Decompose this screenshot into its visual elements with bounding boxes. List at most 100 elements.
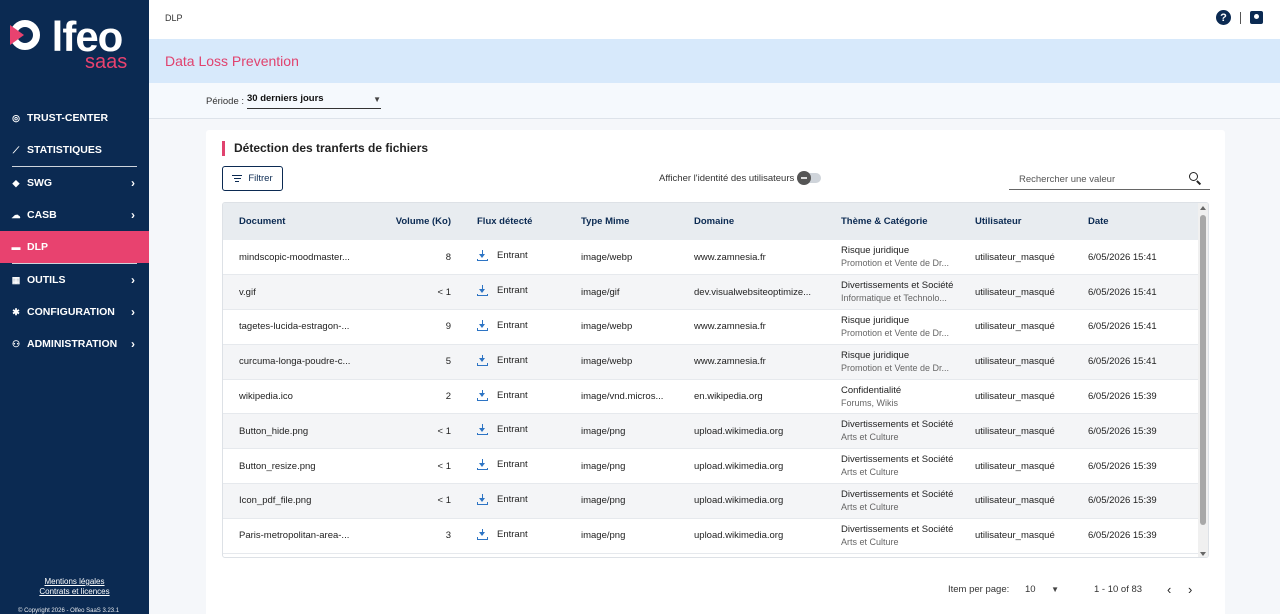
sidebar-item-dlp[interactable]: ▬ DLP bbox=[0, 231, 149, 263]
top-bar: DLP ? bbox=[149, 0, 1280, 39]
cell-domain: upload.wikimedia.org bbox=[694, 530, 784, 542]
items-per-page-value: 10 bbox=[1025, 584, 1036, 595]
flux-label: Entrant bbox=[497, 389, 528, 401]
sidebar-item-outils[interactable]: ▦ OUTILS › bbox=[0, 264, 149, 296]
cell-theme: Divertissements et Société Informatique e… bbox=[825, 275, 959, 310]
items-per-page-label: Item per page: bbox=[948, 584, 1010, 595]
period-select[interactable]: 30 derniers jours ▼ bbox=[247, 93, 381, 109]
sidebar-item-statistiques[interactable]: ⟋ STATISTIQUES bbox=[0, 134, 149, 166]
table-row[interactable]: Icon_pdf_file.png < 1 Entrant image/png uplo… bbox=[223, 483, 1200, 519]
sidebar-item-trust-center[interactable]: ◎ TRUST-CENTER bbox=[0, 102, 149, 134]
account-icon[interactable] bbox=[1250, 11, 1263, 24]
theme-label: Divertissements et Société bbox=[841, 523, 954, 535]
cell-flux: Entrant bbox=[461, 275, 565, 310]
sidebar-item-swg[interactable]: ◆ SWG › bbox=[0, 167, 149, 199]
sidebar-nav: ◎ TRUST-CENTER ⟋ STATISTIQUES ◆ SWG › ☁ CASB › ▬ DL… bbox=[0, 102, 149, 360]
table-row[interactable]: Paris-metropolitan-area-... 3 Entrant image… bbox=[223, 518, 1200, 554]
cell-flux: Entrant bbox=[461, 379, 565, 414]
table-row[interactable]: curcuma-longa-poudre-c... 5 Entrant image/w… bbox=[223, 344, 1200, 380]
cell-domain: dev.visualwebsiteoptimize... bbox=[694, 286, 812, 298]
cell-flux: Entrant bbox=[461, 484, 565, 519]
cell-domain: www.zamnesia.fr bbox=[694, 321, 766, 333]
cell-domain: upload.wikimedia.org bbox=[694, 495, 784, 507]
download-icon bbox=[477, 424, 488, 436]
chevron-right-icon: › bbox=[131, 176, 135, 190]
table-row[interactable]: v.gif < 1 Entrant image/gif dev.visualwebsit… bbox=[223, 274, 1200, 310]
table-row[interactable]: Button_resize.png < 1 Entrant image/png uplo… bbox=[223, 449, 1200, 484]
cell-mime: image/webp bbox=[581, 251, 633, 263]
next-page-button[interactable]: › bbox=[1188, 582, 1192, 597]
col-mime[interactable]: Type Mime bbox=[565, 203, 678, 240]
help-icon[interactable]: ? bbox=[1216, 10, 1231, 25]
sidebar-item-label: ADMINISTRATION bbox=[27, 338, 118, 350]
top-icons: ? bbox=[1216, 10, 1263, 25]
cell-theme: Divertissements et Société Arts et Cultur… bbox=[825, 449, 959, 484]
scroll-up-icon[interactable] bbox=[1200, 206, 1206, 210]
cell-domain: upload.wikimedia.org bbox=[694, 425, 784, 437]
category-label: Arts et Culture bbox=[841, 432, 899, 443]
transfers-table: Document Volume (Ko) Flux détecté Type M… bbox=[222, 202, 1209, 558]
col-document[interactable]: Document bbox=[223, 203, 370, 240]
search-icon[interactable] bbox=[1189, 172, 1198, 181]
page-title: Data Loss Prevention bbox=[165, 53, 299, 69]
cell-domain: en.wikipedia.org bbox=[694, 391, 763, 403]
col-flux[interactable]: Flux détecté bbox=[461, 203, 565, 240]
filter-button[interactable]: Filtrer bbox=[222, 166, 283, 191]
category-label: Promotion et Vente de Dr... bbox=[841, 327, 950, 338]
identity-toggle[interactable] bbox=[797, 171, 821, 185]
theme-label: Risque juridique bbox=[841, 245, 910, 257]
cell-user: utilisateur_masqué bbox=[975, 356, 1055, 368]
scroll-thumb[interactable] bbox=[1200, 215, 1206, 525]
table-row[interactable]: Button_hide.png < 1 Entrant image/png upload… bbox=[223, 413, 1200, 449]
sidebar-item-label: TRUST-CENTER bbox=[27, 112, 109, 124]
table-scrollbar[interactable] bbox=[1198, 203, 1208, 557]
cell-theme: Risque juridique Promotion et Vente de Dr… bbox=[825, 344, 959, 379]
theme-label: Divertissements et Société bbox=[841, 419, 954, 431]
theme-label: Divertissements et Société bbox=[841, 280, 954, 292]
col-volume[interactable]: Volume (Ko) bbox=[370, 203, 461, 240]
cell-volume: < 1 bbox=[437, 495, 451, 507]
licences-link[interactable]: Contrats et licences bbox=[0, 587, 149, 597]
olfeo-logo[interactable]: Olfeo saas bbox=[8, 14, 138, 74]
category-label: Forums, Wikis bbox=[841, 397, 898, 408]
items-per-page-select[interactable]: 10 ▼ bbox=[1025, 584, 1059, 595]
sidebar-item-configuration[interactable]: ✱ CONFIGURATION › bbox=[0, 296, 149, 328]
col-theme[interactable]: Thème & Catégorie bbox=[825, 203, 959, 240]
sidebar-item-label: STATISTIQUES bbox=[27, 144, 102, 156]
cell-theme: Divertissements et Société Arts et Cultur… bbox=[825, 414, 959, 449]
title-band: Data Loss Prevention bbox=[149, 39, 1280, 83]
sidebar-item-administration[interactable]: ⚇ ADMINISTRATION › bbox=[0, 328, 149, 360]
cell-theme: Confidentialité Forums, Wikis bbox=[825, 379, 959, 414]
theme-label: Confidentialité bbox=[841, 384, 902, 396]
cell-user: utilisateur_masqué bbox=[975, 286, 1055, 298]
sidebar-item-label: SWG bbox=[27, 177, 53, 189]
cell-user: utilisateur_masqué bbox=[975, 425, 1055, 437]
cell-document: Icon_pdf_file.png bbox=[239, 495, 312, 507]
table-row[interactable]: mindscopic-moodmaster... 8 Entrant image/we… bbox=[223, 240, 1200, 275]
flux-label: Entrant bbox=[497, 459, 528, 471]
period-value: 30 derniers jours bbox=[247, 93, 324, 104]
search-input[interactable] bbox=[1019, 173, 1179, 186]
flux-label: Entrant bbox=[497, 354, 528, 366]
cell-document: v.gif bbox=[239, 286, 256, 298]
category-label: Arts et Culture bbox=[841, 501, 899, 512]
scroll-down-icon[interactable] bbox=[1200, 552, 1206, 556]
col-domain[interactable]: Domaine bbox=[678, 203, 825, 240]
top-divider bbox=[1240, 11, 1241, 24]
table-row[interactable]: wikipedia.ico 2 Entrant image/vnd.micros...… bbox=[223, 379, 1200, 414]
col-date[interactable]: Date bbox=[1072, 203, 1200, 240]
legal-link[interactable]: Mentions légales bbox=[0, 577, 149, 587]
chevron-right-icon: › bbox=[131, 273, 135, 287]
shield-icon: ◆ bbox=[12, 177, 20, 188]
col-user[interactable]: Utilisateur bbox=[959, 203, 1072, 240]
prev-page-button[interactable]: ‹ bbox=[1167, 582, 1171, 597]
table-row[interactable]: tagetes-lucida-estragon-... 9 Entrant image… bbox=[223, 310, 1200, 345]
cell-date: 6/05/2026 15:41 bbox=[1088, 251, 1157, 263]
cell-volume: 9 bbox=[445, 321, 451, 333]
download-icon bbox=[477, 285, 488, 297]
cell-document: wikipedia.ico bbox=[239, 391, 293, 403]
cell-theme: Divertissements et Société Arts et Cultur… bbox=[825, 518, 959, 553]
cell-flux: Entrant bbox=[461, 310, 565, 345]
flux-label: Entrant bbox=[497, 319, 528, 331]
sidebar-item-casb[interactable]: ☁ CASB › bbox=[0, 199, 149, 231]
